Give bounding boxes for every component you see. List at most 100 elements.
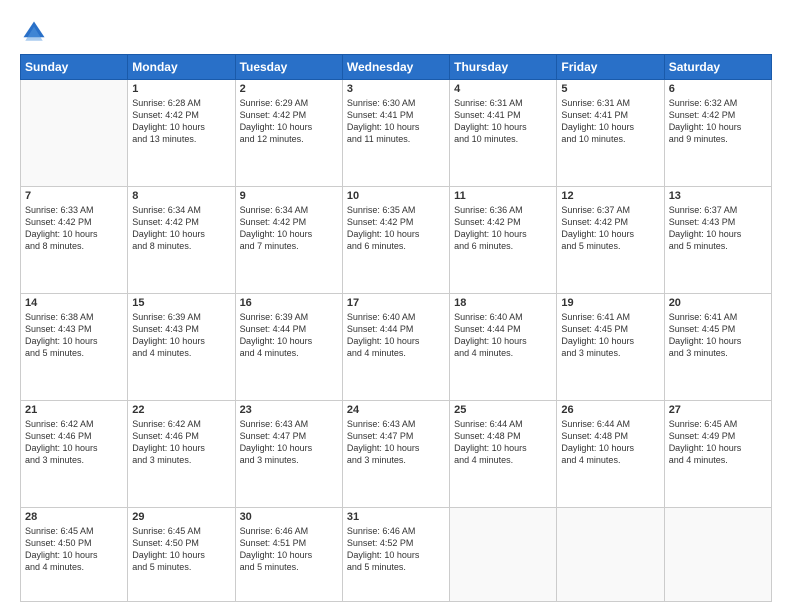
day-info: Sunrise: 6:39 AM Sunset: 4:43 PM Dayligh… bbox=[132, 311, 230, 360]
day-number: 19 bbox=[561, 297, 659, 309]
header bbox=[20, 18, 772, 46]
calendar-cell bbox=[21, 80, 128, 187]
calendar-cell: 14 Sunrise: 6:38 AM Sunset: 4:43 PM Dayli… bbox=[21, 294, 128, 401]
calendar-cell: 16 Sunrise: 6:39 AM Sunset: 4:44 PM Dayli… bbox=[235, 294, 342, 401]
calendar-cell bbox=[664, 508, 771, 602]
day-number: 12 bbox=[561, 190, 659, 202]
logo-icon bbox=[20, 18, 48, 46]
day-number: 5 bbox=[561, 83, 659, 95]
calendar-table: SundayMondayTuesdayWednesdayThursdayFrid… bbox=[20, 54, 772, 602]
day-info: Sunrise: 6:34 AM Sunset: 4:42 PM Dayligh… bbox=[132, 204, 230, 253]
calendar-cell: 19 Sunrise: 6:41 AM Sunset: 4:45 PM Dayli… bbox=[557, 294, 664, 401]
day-header-friday: Friday bbox=[557, 55, 664, 80]
day-info: Sunrise: 6:35 AM Sunset: 4:42 PM Dayligh… bbox=[347, 204, 445, 253]
day-header-thursday: Thursday bbox=[450, 55, 557, 80]
day-number: 16 bbox=[240, 297, 338, 309]
day-info: Sunrise: 6:37 AM Sunset: 4:43 PM Dayligh… bbox=[669, 204, 767, 253]
day-info: Sunrise: 6:34 AM Sunset: 4:42 PM Dayligh… bbox=[240, 204, 338, 253]
calendar-cell: 20 Sunrise: 6:41 AM Sunset: 4:45 PM Dayli… bbox=[664, 294, 771, 401]
calendar-cell: 15 Sunrise: 6:39 AM Sunset: 4:43 PM Dayli… bbox=[128, 294, 235, 401]
logo bbox=[20, 18, 50, 46]
calendar-cell: 28 Sunrise: 6:45 AM Sunset: 4:50 PM Dayli… bbox=[21, 508, 128, 602]
day-number: 11 bbox=[454, 190, 552, 202]
day-number: 2 bbox=[240, 83, 338, 95]
calendar-cell: 26 Sunrise: 6:44 AM Sunset: 4:48 PM Dayli… bbox=[557, 401, 664, 508]
day-info: Sunrise: 6:41 AM Sunset: 4:45 PM Dayligh… bbox=[669, 311, 767, 360]
calendar-cell: 13 Sunrise: 6:37 AM Sunset: 4:43 PM Dayli… bbox=[664, 187, 771, 294]
day-header-monday: Monday bbox=[128, 55, 235, 80]
calendar-cell: 12 Sunrise: 6:37 AM Sunset: 4:42 PM Dayli… bbox=[557, 187, 664, 294]
day-info: Sunrise: 6:45 AM Sunset: 4:49 PM Dayligh… bbox=[669, 418, 767, 467]
day-number: 6 bbox=[669, 83, 767, 95]
day-number: 25 bbox=[454, 404, 552, 416]
day-number: 24 bbox=[347, 404, 445, 416]
calendar-cell: 18 Sunrise: 6:40 AM Sunset: 4:44 PM Dayli… bbox=[450, 294, 557, 401]
day-number: 15 bbox=[132, 297, 230, 309]
day-number: 9 bbox=[240, 190, 338, 202]
day-number: 26 bbox=[561, 404, 659, 416]
calendar-cell: 31Sunrise: 6:46 AM Sunset: 4:52 PM Dayli… bbox=[342, 508, 449, 602]
day-info: Sunrise: 6:40 AM Sunset: 4:44 PM Dayligh… bbox=[347, 311, 445, 360]
day-info: Sunrise: 6:37 AM Sunset: 4:42 PM Dayligh… bbox=[561, 204, 659, 253]
day-number: 28 bbox=[25, 511, 123, 523]
page: SundayMondayTuesdayWednesdayThursdayFrid… bbox=[0, 0, 792, 612]
day-info: Sunrise: 6:44 AM Sunset: 4:48 PM Dayligh… bbox=[454, 418, 552, 467]
day-info: Sunrise: 6:42 AM Sunset: 4:46 PM Dayligh… bbox=[25, 418, 123, 467]
day-info: Sunrise: 6:30 AM Sunset: 4:41 PM Dayligh… bbox=[347, 97, 445, 146]
day-info: Sunrise: 6:42 AM Sunset: 4:46 PM Dayligh… bbox=[132, 418, 230, 467]
calendar-cell: 27 Sunrise: 6:45 AM Sunset: 4:49 PM Dayli… bbox=[664, 401, 771, 508]
calendar-cell bbox=[557, 508, 664, 602]
day-number: 13 bbox=[669, 190, 767, 202]
day-info: Sunrise: 6:39 AM Sunset: 4:44 PM Dayligh… bbox=[240, 311, 338, 360]
day-info: Sunrise: 6:45 AM Sunset: 4:50 PM Dayligh… bbox=[132, 525, 230, 574]
calendar-cell: 4 Sunrise: 6:31 AM Sunset: 4:41 PM Daylig… bbox=[450, 80, 557, 187]
day-info: Sunrise: 6:38 AM Sunset: 4:43 PM Dayligh… bbox=[25, 311, 123, 360]
calendar-cell: 23Sunrise: 6:43 AM Sunset: 4:47 PM Dayli… bbox=[235, 401, 342, 508]
day-number: 29 bbox=[132, 511, 230, 523]
day-info: Sunrise: 6:32 AM Sunset: 4:42 PM Dayligh… bbox=[669, 97, 767, 146]
calendar-cell: 11Sunrise: 6:36 AM Sunset: 4:42 PM Dayli… bbox=[450, 187, 557, 294]
day-info: Sunrise: 6:31 AM Sunset: 4:41 PM Dayligh… bbox=[454, 97, 552, 146]
day-info: Sunrise: 6:31 AM Sunset: 4:41 PM Dayligh… bbox=[561, 97, 659, 146]
week-row-2: 14 Sunrise: 6:38 AM Sunset: 4:43 PM Dayli… bbox=[21, 294, 772, 401]
calendar-cell: 21Sunrise: 6:42 AM Sunset: 4:46 PM Dayli… bbox=[21, 401, 128, 508]
day-info: Sunrise: 6:44 AM Sunset: 4:48 PM Dayligh… bbox=[561, 418, 659, 467]
calendar-cell: 8 Sunrise: 6:34 AM Sunset: 4:42 PM Daylig… bbox=[128, 187, 235, 294]
day-number: 14 bbox=[25, 297, 123, 309]
calendar-cell: 9 Sunrise: 6:34 AM Sunset: 4:42 PM Daylig… bbox=[235, 187, 342, 294]
day-number: 20 bbox=[669, 297, 767, 309]
day-header-sunday: Sunday bbox=[21, 55, 128, 80]
calendar-cell: 24 Sunrise: 6:43 AM Sunset: 4:47 PM Dayli… bbox=[342, 401, 449, 508]
calendar-cell: 22 Sunrise: 6:42 AM Sunset: 4:46 PM Dayli… bbox=[128, 401, 235, 508]
day-number: 30 bbox=[240, 511, 338, 523]
day-header-saturday: Saturday bbox=[664, 55, 771, 80]
day-info: Sunrise: 6:40 AM Sunset: 4:44 PM Dayligh… bbox=[454, 311, 552, 360]
day-number: 22 bbox=[132, 404, 230, 416]
day-number: 7 bbox=[25, 190, 123, 202]
calendar-cell bbox=[450, 508, 557, 602]
calendar-cell: 3Sunrise: 6:30 AM Sunset: 4:41 PM Daylig… bbox=[342, 80, 449, 187]
day-number: 8 bbox=[132, 190, 230, 202]
week-row-3: 21Sunrise: 6:42 AM Sunset: 4:46 PM Dayli… bbox=[21, 401, 772, 508]
calendar-cell: 5 Sunrise: 6:31 AM Sunset: 4:41 PM Daylig… bbox=[557, 80, 664, 187]
day-info: Sunrise: 6:45 AM Sunset: 4:50 PM Dayligh… bbox=[25, 525, 123, 574]
calendar-cell: 10Sunrise: 6:35 AM Sunset: 4:42 PM Dayli… bbox=[342, 187, 449, 294]
day-info: Sunrise: 6:43 AM Sunset: 4:47 PM Dayligh… bbox=[240, 418, 338, 467]
calendar-cell: 25 Sunrise: 6:44 AM Sunset: 4:48 PM Dayli… bbox=[450, 401, 557, 508]
day-info: Sunrise: 6:29 AM Sunset: 4:42 PM Dayligh… bbox=[240, 97, 338, 146]
day-info: Sunrise: 6:43 AM Sunset: 4:47 PM Dayligh… bbox=[347, 418, 445, 467]
day-number: 4 bbox=[454, 83, 552, 95]
day-header-wednesday: Wednesday bbox=[342, 55, 449, 80]
day-info: Sunrise: 6:41 AM Sunset: 4:45 PM Dayligh… bbox=[561, 311, 659, 360]
calendar-cell: 2 Sunrise: 6:29 AM Sunset: 4:42 PM Daylig… bbox=[235, 80, 342, 187]
week-row-0: 1Sunrise: 6:28 AM Sunset: 4:42 PM Daylig… bbox=[21, 80, 772, 187]
day-number: 27 bbox=[669, 404, 767, 416]
calendar-cell: 17 Sunrise: 6:40 AM Sunset: 4:44 PM Dayli… bbox=[342, 294, 449, 401]
day-number: 31 bbox=[347, 511, 445, 523]
week-row-1: 7Sunrise: 6:33 AM Sunset: 4:42 PM Daylig… bbox=[21, 187, 772, 294]
day-number: 17 bbox=[347, 297, 445, 309]
day-number: 1 bbox=[132, 83, 230, 95]
calendar-cell: 30Sunrise: 6:46 AM Sunset: 4:51 PM Dayli… bbox=[235, 508, 342, 602]
day-number: 18 bbox=[454, 297, 552, 309]
calendar-cell: 29 Sunrise: 6:45 AM Sunset: 4:50 PM Dayli… bbox=[128, 508, 235, 602]
